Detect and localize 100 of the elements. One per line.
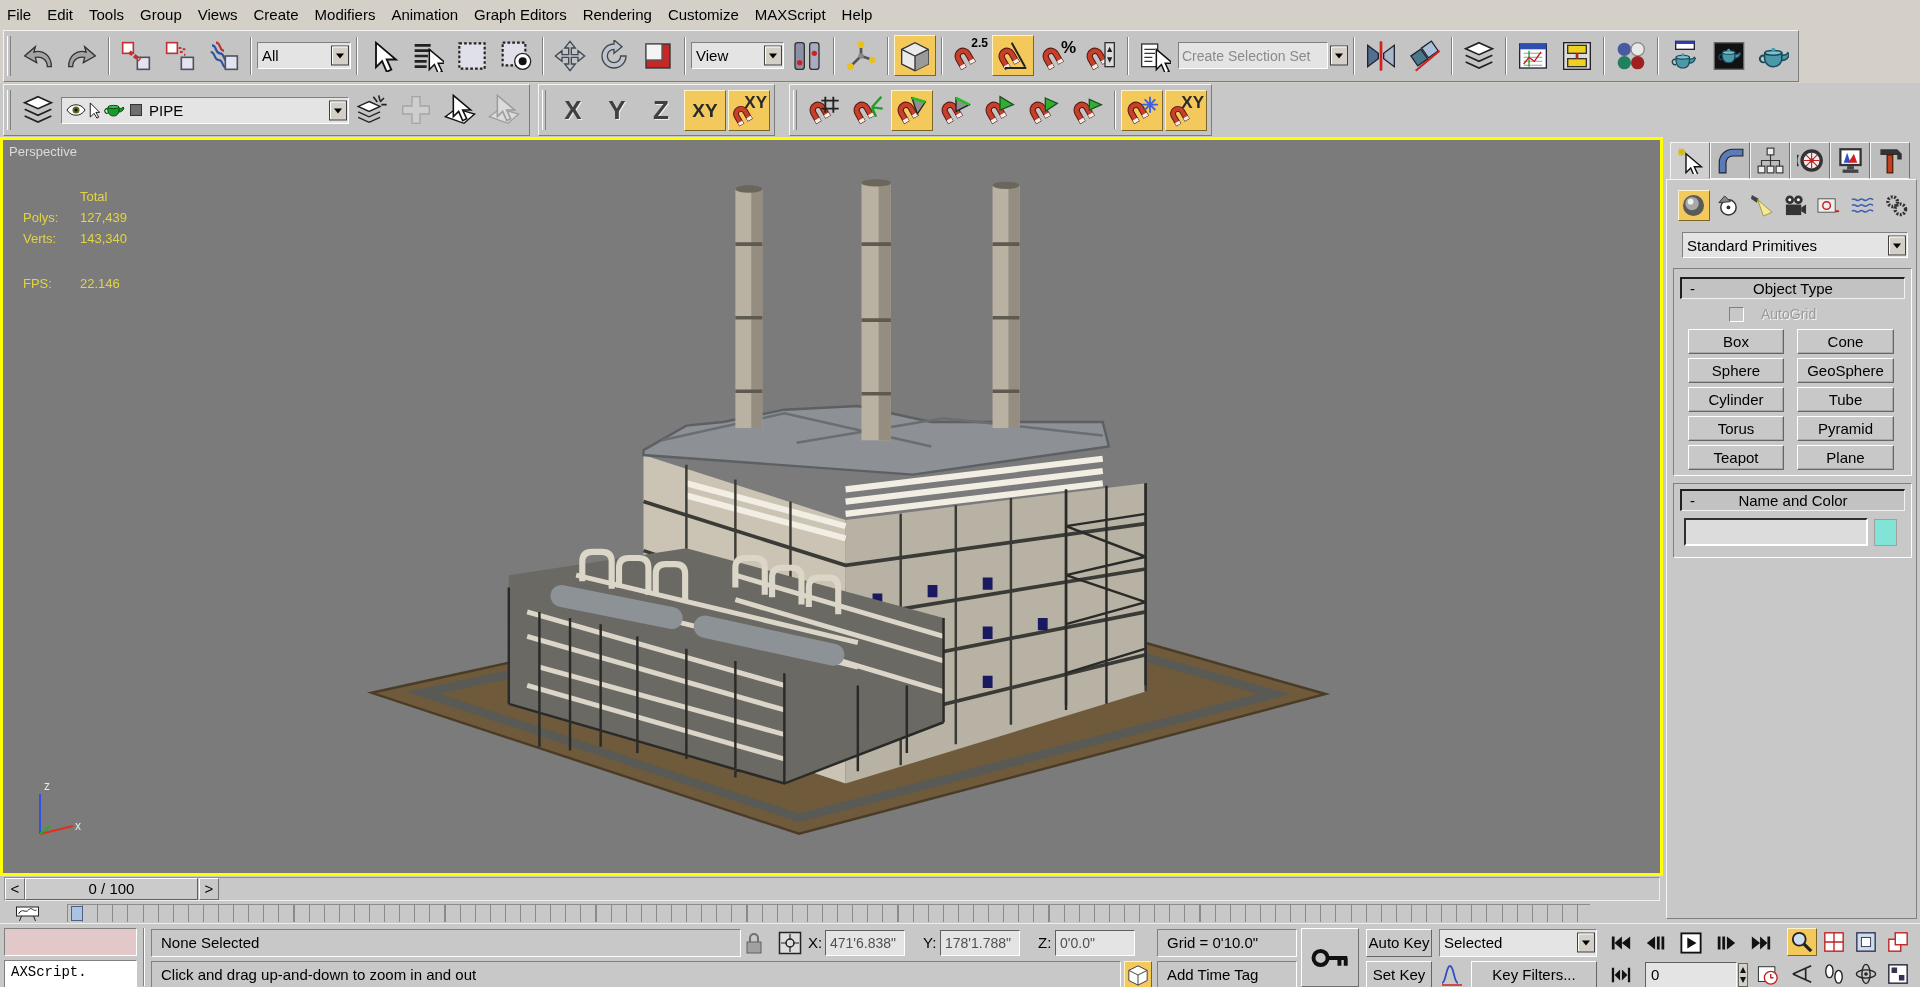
x-axis-button[interactable]: X	[552, 89, 594, 131]
hierarchy-icon	[1756, 147, 1784, 174]
selection-filter-dropdown[interactable]: All	[257, 42, 351, 69]
menu-item[interactable]: Help	[833, 5, 881, 23]
primitive-button[interactable]: Plane	[1797, 445, 1894, 470]
spinner-icon[interactable]	[1738, 962, 1748, 987]
dashed-square-icon	[456, 39, 488, 72]
menu-item[interactable]: Customize	[659, 5, 747, 23]
grid-squares-icon	[1823, 931, 1845, 953]
object-category-dropdown[interactable]: Standard Primitives	[1682, 232, 1908, 258]
xy-snap-button[interactable]: XY	[728, 89, 770, 131]
dropdown-arrow-icon[interactable]	[1330, 45, 1348, 66]
time-slider-next-button[interactable]: >	[199, 878, 219, 900]
primitive-button[interactable]: Sphere	[1688, 358, 1784, 383]
isolate-toggle-button[interactable]	[1124, 961, 1152, 987]
menu-item[interactable]: Create	[245, 5, 307, 23]
menu-item[interactable]: Graph Editors	[466, 5, 575, 23]
axis-snap-button[interactable]: XY	[1165, 89, 1207, 131]
rollout-header[interactable]: - Object Type	[1680, 277, 1905, 299]
hierarchy-tab[interactable]	[1750, 142, 1790, 179]
circle-shape-icon	[1716, 194, 1740, 217]
menu-item[interactable]: Views	[189, 5, 246, 23]
time-tag-field[interactable]: Add Time Tag	[1157, 960, 1297, 987]
geometry-button[interactable]	[1678, 190, 1710, 221]
maxscript-output-field[interactable]: AXScript.	[4, 960, 137, 987]
z-axis-button[interactable]: Z	[640, 89, 682, 131]
vertex-snap-button[interactable]	[891, 89, 933, 131]
create-tab[interactable]	[1670, 142, 1710, 179]
frozen-snap-button[interactable]	[1121, 89, 1163, 131]
primitive-button[interactable]: GeoSphere	[1797, 358, 1894, 383]
viewport[interactable]: Perspective Total Polys: 127,439 Verts: 143,340 FPS: 22.146 z x	[0, 137, 1663, 876]
axis-label: z	[44, 780, 50, 792]
stats-label: FPS:	[23, 275, 53, 293]
frame-input-field[interactable]: 0	[1645, 961, 1737, 987]
cube-icon	[1127, 963, 1149, 986]
dropdown-arrow-icon[interactable]	[1888, 234, 1906, 256]
magnifier-icon	[1791, 931, 1813, 953]
selection-set-field[interactable]: Create Selection Set	[1178, 42, 1328, 69]
dropdown-arrow-icon[interactable]	[1577, 932, 1595, 953]
primitive-button[interactable]: Cylinder	[1688, 387, 1784, 412]
menu-item[interactable]: Modifiers	[306, 5, 384, 23]
coordinate-system-dropdown[interactable]: View	[691, 42, 784, 69]
menu-item[interactable]: Edit	[39, 5, 82, 23]
utilities-tab[interactable]	[1870, 142, 1910, 179]
crosshair-icon	[778, 930, 802, 955]
keyboard-override-button[interactable]	[894, 35, 936, 76]
layer-dropdown[interactable]: PIPE	[61, 96, 349, 124]
primitive-button[interactable]: Pyramid	[1797, 416, 1894, 441]
stacked-layers-icon	[1463, 39, 1495, 72]
linked-boxes-icon	[1561, 39, 1593, 72]
stacked-layers-icon	[22, 94, 54, 126]
primitive-button[interactable]: Tube	[1797, 387, 1894, 412]
primitive-button[interactable]: Cone	[1797, 329, 1894, 354]
maxscript-input-field[interactable]	[4, 928, 137, 956]
camera-icon	[1783, 194, 1807, 217]
time-slider-prev-button[interactable]: <	[5, 878, 25, 900]
primitive-button[interactable]: Torus	[1688, 416, 1784, 441]
key-target-dropdown[interactable]: Selected	[1439, 928, 1597, 957]
teapot-icon[interactable]	[103, 103, 125, 117]
menu-item[interactable]: File	[1, 5, 40, 23]
set-keys-button[interactable]	[1301, 928, 1359, 987]
track-bar[interactable]	[67, 904, 1590, 922]
dropdown-arrow-icon[interactable]	[331, 45, 349, 66]
eye-icon[interactable]	[66, 104, 86, 116]
menu-item[interactable]: Rendering	[574, 5, 660, 23]
gizmo-icon	[845, 39, 877, 72]
snap-toggle-button[interactable]: 2.5	[948, 35, 990, 76]
selection-info-field: None Selected	[151, 928, 741, 957]
rollout-header[interactable]: - Name and Color	[1680, 489, 1905, 511]
color-swatch[interactable]	[1874, 518, 1897, 546]
menu-item[interactable]: Animation	[383, 5, 467, 23]
set-key-button[interactable]: Set Key	[1366, 960, 1432, 987]
coordinate-label: X:	[808, 934, 824, 951]
stats-header: Total	[80, 188, 109, 206]
menu-item[interactable]: Group	[132, 5, 190, 23]
percent-snap-button[interactable]: %	[1036, 35, 1078, 76]
primitive-button[interactable]: Box	[1688, 329, 1784, 354]
auto-key-button[interactable]: Auto Key	[1366, 928, 1432, 957]
linked-squares-icon	[120, 39, 152, 72]
primitive-button[interactable]: Teapot	[1688, 445, 1784, 470]
dropdown-arrow-icon[interactable]	[329, 99, 347, 121]
time-slider-thumb[interactable]: 0 / 100	[25, 878, 198, 900]
display-tab[interactable]	[1830, 142, 1870, 179]
cylinders-icon	[791, 39, 823, 72]
zoom-button[interactable]	[1787, 928, 1817, 956]
xy-plane-button[interactable]: XY	[684, 89, 726, 131]
time-slider-track[interactable]: < 0 / 100 >	[4, 877, 1660, 901]
name-input-field[interactable]	[1684, 518, 1868, 546]
frame-marker[interactable]	[71, 906, 83, 921]
sphere-icon	[1682, 194, 1706, 217]
motion-tab[interactable]	[1790, 142, 1830, 179]
overlapping-squares-icon	[1887, 931, 1909, 953]
modify-tab[interactable]	[1710, 142, 1750, 179]
dropdown-arrow-icon[interactable]	[764, 45, 782, 66]
angle-snap-button[interactable]	[992, 35, 1034, 76]
y-axis-button[interactable]: Y	[596, 89, 638, 131]
key-filters-button[interactable]: Key Filters...	[1471, 960, 1597, 987]
menu-item[interactable]: MAXScript	[746, 5, 834, 23]
menu-item[interactable]: Tools	[81, 5, 133, 23]
cursor-arrow-icon[interactable]	[89, 101, 100, 119]
